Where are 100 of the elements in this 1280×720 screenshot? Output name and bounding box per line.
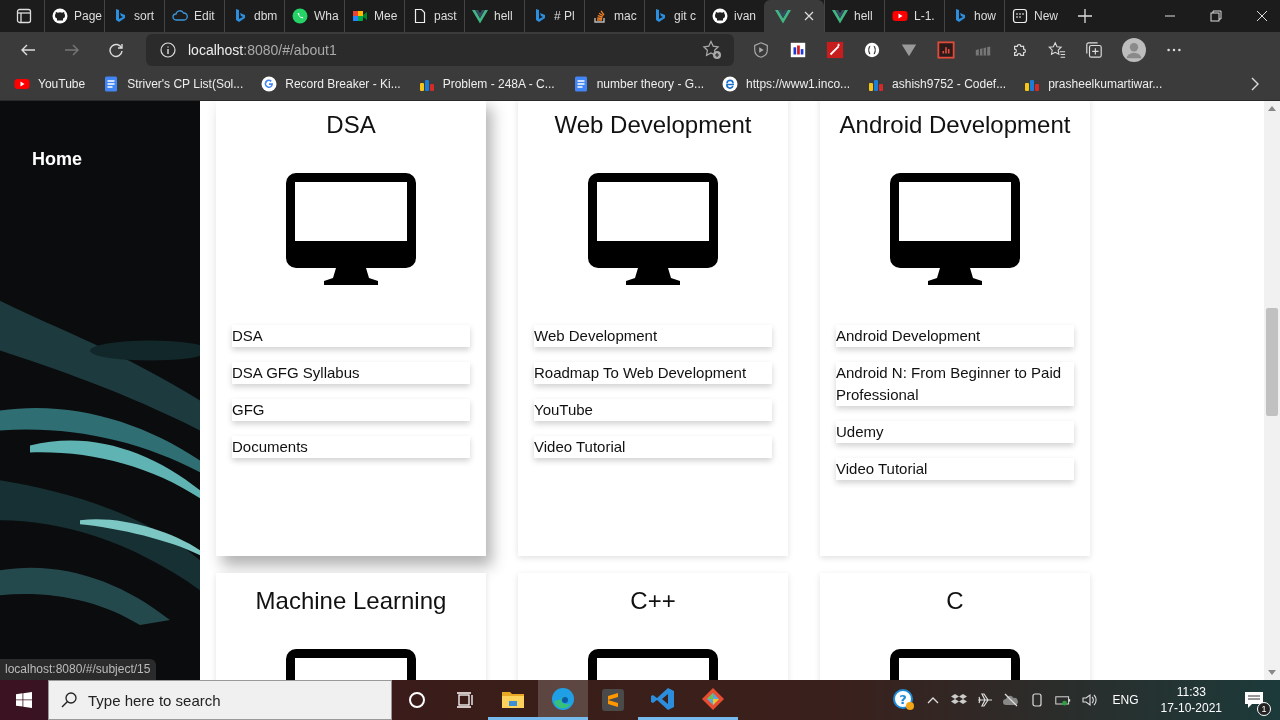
status-url: localhost:8080/#/subject/15: [0, 659, 157, 680]
close-icon[interactable]: [804, 11, 814, 21]
puzzle-icon[interactable]: [1011, 41, 1029, 59]
bookmark[interactable]: number theory - G...: [572, 76, 705, 92]
profile-avatar-icon[interactable]: [1122, 38, 1146, 62]
url-host: localhost: [188, 42, 244, 58]
clock-time: 11:33: [1176, 684, 1206, 700]
tab-title: Mee: [374, 9, 398, 23]
bookmark[interactable]: YouTube: [14, 76, 86, 92]
restore-icon[interactable]: [1210, 10, 1222, 22]
v-logo-icon: [775, 8, 791, 24]
tab-title: # Pl: [554, 9, 575, 23]
tab-actions-icon[interactable]: [16, 8, 32, 24]
address-bar[interactable]: localhost:8080/#/about1: [146, 34, 734, 66]
tab-title: Edit: [194, 9, 215, 23]
bar-chart-icon[interactable]: [789, 41, 807, 59]
card-title: DSA: [326, 111, 376, 139]
g-logo-icon: [261, 76, 278, 92]
resource-link[interactable]: DSA GFG Syllabus: [232, 362, 470, 384]
bookmark[interactable]: Striver's CP List(Sol...: [103, 76, 244, 92]
help-icon[interactable]: ?: [892, 689, 915, 711]
windows-start-icon[interactable]: [16, 692, 32, 708]
bookmark[interactable]: Problem - 248A - C...: [418, 76, 555, 92]
url-path: :8080/#/about1: [243, 42, 337, 58]
add-favorite-icon[interactable]: [702, 40, 722, 60]
tab-title: mac: [614, 9, 637, 23]
tab-title: sort: [134, 9, 154, 23]
cloud-off-icon[interactable]: [1002, 692, 1019, 708]
document-icon: [412, 8, 428, 24]
diamond-logo-icon: [701, 686, 725, 711]
v-logo-icon: [832, 8, 848, 24]
resource-link[interactable]: GFG: [232, 399, 470, 421]
tab-title: L-1.: [914, 9, 935, 23]
video-camera-icon: [352, 8, 368, 24]
favorites-icon[interactable]: [1048, 41, 1066, 59]
tab-title: how: [974, 9, 996, 23]
cortana-circle-icon[interactable]: [407, 690, 427, 710]
monitor-icon: [286, 173, 416, 285]
monitor-icon: [890, 173, 1020, 285]
bookmark[interactable]: Record Breaker - Ki...: [261, 76, 401, 92]
document-icon: [103, 76, 120, 92]
clock[interactable]: 11:33 17-10-2021: [1160, 684, 1222, 716]
clock-date: 17-10-2021: [1160, 700, 1222, 716]
card-title: Web Development: [554, 111, 752, 139]
swirl-logo-icon: [551, 686, 575, 711]
document-icon: [572, 76, 589, 92]
tab-title: hell: [494, 9, 513, 23]
resource-link[interactable]: Documents: [232, 436, 470, 458]
card-title: Machine Learning: [255, 587, 447, 615]
play-button-icon: [892, 8, 908, 24]
forward-icon[interactable]: [64, 42, 80, 58]
monitor-icon: [588, 173, 718, 285]
s-logo-icon: [601, 688, 625, 712]
resource-link[interactable]: Udemy: [836, 421, 1074, 443]
notification-icon[interactable]: [1244, 690, 1264, 710]
resource-link[interactable]: Android N: From Beginner to Paid Professional: [836, 362, 1074, 406]
scrollbar-thumb[interactable]: [1266, 308, 1278, 416]
taskbar-search-field[interactable]: Type here to search: [48, 680, 392, 720]
back-icon[interactable]: [20, 42, 36, 58]
bookmark[interactable]: prasheelkumartiwar...: [1024, 76, 1163, 92]
tab-title: hell: [854, 9, 873, 23]
tab-title: Wha: [314, 9, 339, 23]
info-icon: [160, 42, 176, 58]
braces-icon[interactable]: [863, 41, 881, 59]
task-view-icon[interactable]: [455, 690, 475, 710]
language-indicator[interactable]: ENG: [1112, 693, 1139, 707]
search-icon: [61, 692, 77, 708]
resource-link[interactable]: YouTube: [534, 399, 772, 421]
scroll-up-icon[interactable]: [1268, 106, 1276, 111]
github-icon: [712, 8, 728, 24]
speaker-icon[interactable]: [1080, 692, 1097, 708]
scroll-down-icon[interactable]: [1268, 670, 1276, 675]
bookmark[interactable]: ashish9752 - Codef...: [868, 76, 1007, 92]
browser-tab[interactable]: [764, 0, 824, 32]
resource-link[interactable]: Roadmap To Web Development: [534, 362, 772, 384]
shield-icon[interactable]: [752, 41, 770, 59]
resource-link[interactable]: Video Tutorial: [534, 436, 772, 458]
chevron-right-icon[interactable]: [1250, 77, 1260, 91]
resource-link[interactable]: Android Development: [836, 325, 1074, 347]
card-title: C: [946, 587, 964, 615]
bookmark[interactable]: https://www1.inco...: [722, 76, 851, 92]
new-tab-icon[interactable]: [1078, 9, 1092, 23]
close-icon[interactable]: [1256, 10, 1268, 22]
code-editor-icon: [651, 686, 675, 711]
resource-link[interactable]: Web Development: [534, 325, 772, 347]
sidebar-link[interactable]: Home: [32, 149, 82, 169]
v-logo-icon: [472, 8, 488, 24]
play-button-icon: [14, 76, 30, 92]
airplane-icon[interactable]: [976, 692, 993, 708]
chat-bubble-icon: [292, 8, 308, 24]
collections-icon[interactable]: [1085, 41, 1103, 59]
resource-link[interactable]: Video Tutorial: [836, 458, 1074, 480]
cloud-icon: [172, 8, 188, 24]
tab-title: past: [434, 9, 457, 23]
reload-icon[interactable]: [108, 42, 124, 58]
chart-box-icon[interactable]: [937, 41, 955, 59]
resource-link[interactable]: DSA: [232, 325, 470, 347]
tab-title: dbm: [254, 9, 278, 23]
magic-wand-icon[interactable]: [826, 41, 844, 59]
new-tab-page-icon: [1012, 8, 1028, 24]
